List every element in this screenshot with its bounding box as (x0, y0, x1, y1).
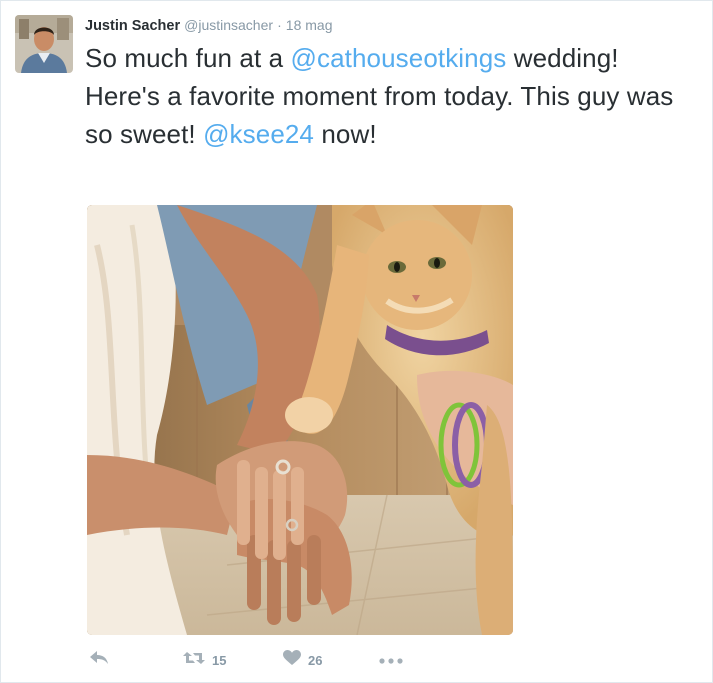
avatar[interactable] (15, 15, 73, 73)
tweet-photo[interactable] (87, 205, 513, 635)
heart-icon (283, 649, 301, 671)
text-segment: So much fun at a (85, 43, 291, 73)
action-bar: 15 26 (87, 647, 487, 673)
ellipsis-icon (379, 651, 403, 669)
retweet-count: 15 (212, 652, 227, 668)
author-handle[interactable]: @justinsacher (184, 17, 273, 33)
tweet-header: Justin Sacher @justinsacher · 18 mag (85, 15, 332, 35)
text-segment: now! (314, 119, 377, 149)
tweet-card: Justin Sacher @justinsacher · 18 mag So … (0, 0, 713, 683)
mention-link[interactable]: @ksee24 (203, 119, 314, 149)
retweet-icon (183, 650, 205, 671)
separator-dot: · (277, 17, 282, 33)
reply-arrow-icon (89, 650, 109, 671)
retweet-button[interactable]: 15 (183, 647, 226, 673)
tweet-text: So much fun at a @cathouseotkings weddin… (85, 39, 695, 153)
mention-link[interactable]: @cathouseotkings (291, 43, 507, 73)
like-button[interactable]: 26 (283, 647, 322, 673)
author-name[interactable]: Justin Sacher (85, 18, 180, 34)
reply-button[interactable] (89, 647, 109, 673)
like-count: 26 (308, 652, 323, 668)
more-button[interactable] (379, 647, 403, 673)
timestamp[interactable]: 18 mag (286, 17, 333, 33)
